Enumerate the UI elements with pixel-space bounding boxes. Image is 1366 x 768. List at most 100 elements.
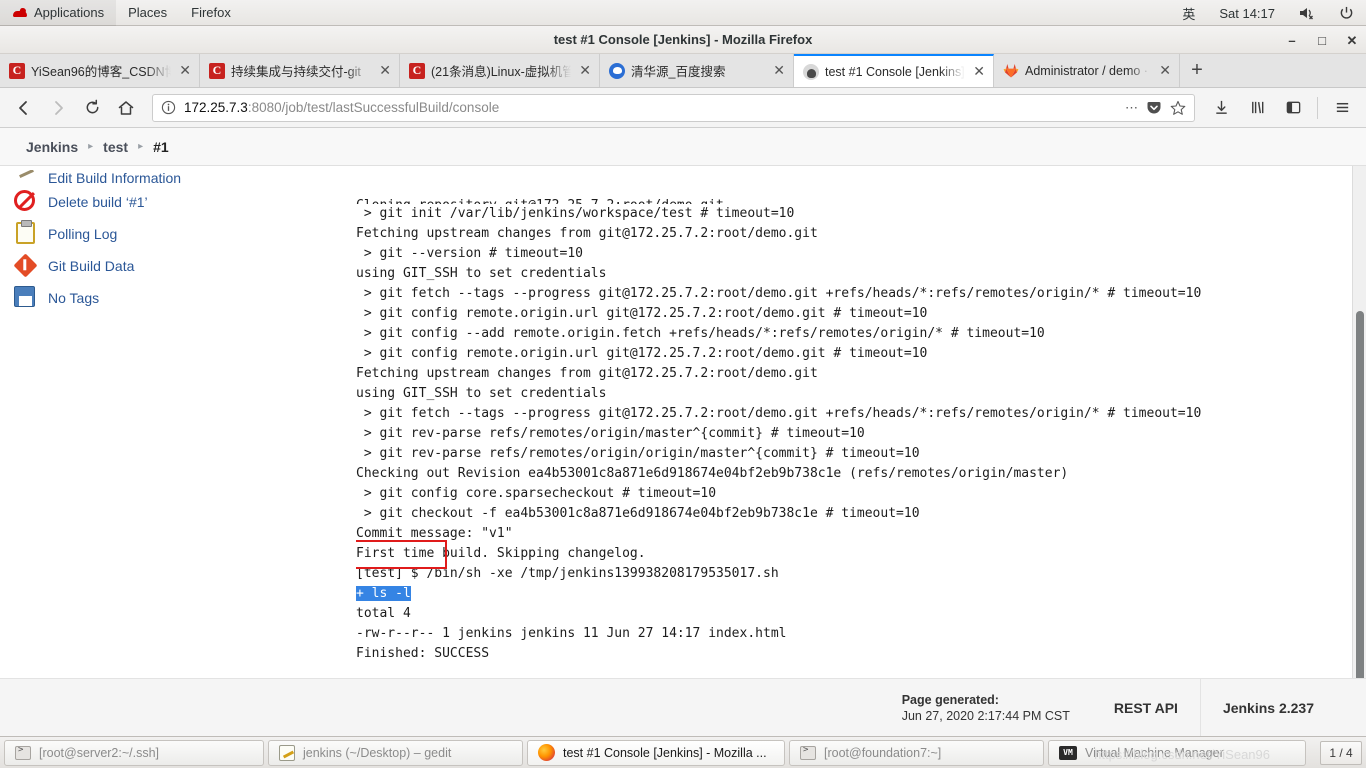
browser-tab-1[interactable]: C YiSean96的博客_CSDN博 ✕: [0, 54, 200, 87]
taskbar-item-2[interactable]: jenkins (~/Desktop) – gedit: [268, 739, 523, 766]
rest-api-label: REST API: [1113, 699, 1178, 716]
applications-menu[interactable]: Applications: [0, 0, 117, 26]
selected-console-text: + ls -l: [356, 586, 411, 601]
csdn-icon: C: [409, 62, 425, 79]
firefox-menu-label: Firefox: [191, 5, 231, 20]
breadcrumb-item-2[interactable]: test: [103, 139, 128, 155]
sidebar-item-label: Delete build ‘#1’: [48, 194, 148, 210]
browser-tab-5[interactable]: test #1 Console [Jenkins] ✕: [794, 54, 994, 87]
tab-close-icon[interactable]: ✕: [177, 62, 193, 79]
git-icon-glyph: [13, 253, 38, 278]
console-line: > git config remote.origin.url git@172.2…: [356, 346, 928, 361]
sidebar-item-git-build-data[interactable]: Git Build Data: [13, 250, 356, 282]
minimize-button[interactable]: –: [1284, 34, 1300, 47]
page-actions-button[interactable]: ⋯: [1125, 100, 1138, 116]
taskbar-item-5[interactable]: VM Virtual Machine Manager: [1048, 739, 1306, 766]
pocket-icon[interactable]: [1146, 100, 1162, 116]
url-host: 172.25.7.3: [184, 100, 248, 115]
speaker-muted-icon[interactable]: [1287, 0, 1327, 26]
sidebar-item-edit-build-information[interactable]: Edit Build Information: [14, 170, 356, 186]
power-glyph: [1340, 6, 1353, 19]
floppy-icon-glyph: [14, 286, 35, 307]
home-button[interactable]: [110, 92, 142, 124]
info-circle-glyph: [161, 100, 176, 115]
sidebar-item-polling-log[interactable]: Polling Log: [14, 218, 356, 250]
forward-button[interactable]: [42, 92, 74, 124]
browser-tab-4[interactable]: 清华源_百度搜索 ✕: [600, 54, 794, 87]
delete-icon-glyph: [14, 190, 35, 211]
toolbar-separator: [1317, 96, 1318, 119]
toolbar-right-group: [1205, 92, 1358, 124]
url-path: :8080/job/test/lastSuccessfulBuild/conso…: [247, 100, 500, 115]
csdn-icon: C: [209, 62, 225, 79]
tab-close-icon[interactable]: ✕: [771, 62, 787, 79]
console-line: Fetching upstream changes from git@172.2…: [356, 226, 818, 241]
sidebar-item-label: No Tags: [48, 290, 100, 306]
input-method-indicator[interactable]: 英: [1170, 0, 1207, 26]
app-menu-button[interactable]: [1326, 92, 1358, 124]
tab-title: YiSean96的博客_CSDN博: [31, 65, 172, 79]
breadcrumb-item-1[interactable]: Jenkins: [26, 139, 78, 155]
vmm-icon: VM: [1059, 745, 1077, 760]
breadcrumb-separator: ▸: [138, 141, 144, 152]
tab-title: 持续集成与持续交付-git: [231, 65, 361, 79]
clock[interactable]: Sat 14:17: [1207, 0, 1287, 26]
firefox-icon: [538, 744, 555, 761]
taskbar-item-3[interactable]: test #1 Console [Jenkins] - Mozilla ...: [527, 739, 785, 766]
bookmark-star-icon[interactable]: [1170, 100, 1186, 116]
console-line: Checking out Revision ea4b53001c8a871e6d…: [356, 466, 1069, 481]
close-button[interactable]: ✕: [1344, 34, 1360, 47]
taskbar-item-label: test #1 Console [Jenkins] - Mozilla ...: [563, 745, 767, 760]
gitlab-fox-glyph: [1003, 64, 1019, 78]
breadcrumb-separator: ▸: [88, 141, 94, 152]
workspace-switcher[interactable]: 1 / 4: [1320, 740, 1362, 765]
taskbar-item-4[interactable]: [root@foundation7:~]: [789, 739, 1044, 766]
sidebar-item-label: Polling Log: [48, 226, 118, 242]
power-icon[interactable]: [1327, 0, 1366, 26]
tab-strip: C YiSean96的博客_CSDN博 ✕ C 持续集成与持续交付-git ✕ C (21条消…: [0, 54, 1366, 88]
window-title: test #1 Console [Jenkins] - Mozilla Fire…: [553, 32, 813, 47]
browser-tab-6[interactable]: Administrator / demo · Git ✕: [994, 54, 1180, 87]
browser-tab-2[interactable]: C 持续集成与持续交付-git ✕: [200, 54, 400, 87]
downloads-button[interactable]: [1205, 92, 1237, 124]
places-menu[interactable]: Places: [116, 0, 179, 26]
reload-button[interactable]: [76, 92, 108, 124]
page-body: Edit Build Information Delete build ‘#1’ P…: [0, 166, 1366, 678]
gitlab-icon: [1003, 63, 1019, 79]
breadcrumb-item-3[interactable]: #1: [153, 139, 169, 155]
console-line: > git config remote.origin.url git@172.2…: [356, 306, 928, 321]
rest-api-link[interactable]: REST API: [1092, 679, 1200, 737]
breadcrumb: Jenkins ▸ test ▸ #1: [0, 128, 1366, 166]
scrollbar-thumb[interactable]: [1356, 311, 1364, 678]
jenkins-page: Jenkins ▸ test ▸ #1 Edit Build Information De…: [0, 128, 1366, 736]
url-bar[interactable]: 172.25.7.3:8080/job/test/lastSuccessfulB…: [152, 93, 1195, 122]
page-generated-block: Page generated: Jun 27, 2020 2:17:44 PM …: [880, 679, 1092, 737]
star-glyph: [1170, 100, 1186, 115]
window-controls: – □ ✕: [1284, 26, 1360, 54]
sidebar-item-delete-build-1[interactable]: Delete build ‘#1’: [14, 186, 356, 218]
console-line: > git --version # timeout=10: [356, 246, 583, 261]
console-line: -rw-r--r-- 1 jenkins jenkins 11 Jun 27 1…: [356, 626, 787, 641]
console-line: + ls -l: [356, 584, 1346, 604]
reload-icon: [86, 99, 98, 114]
library-button[interactable]: [1241, 92, 1273, 124]
page-scrollbar[interactable]: [1352, 166, 1366, 678]
tab-close-icon[interactable]: ✕: [577, 62, 593, 79]
maximize-button[interactable]: □: [1314, 34, 1330, 47]
browser-tab-3[interactable]: C (21条消息)Linux-虚拟机管 ✕: [400, 54, 600, 87]
jenkins-icon: [803, 63, 819, 80]
taskbar-item-1[interactable]: [root@server2:~/.ssh]: [4, 739, 264, 766]
sidebar-item-no-tags[interactable]: No Tags: [14, 282, 356, 314]
site-info-icon[interactable]: [161, 100, 176, 115]
console-line: > git rev-parse refs/remotes/origin/mast…: [356, 426, 865, 441]
gedit-icon: [279, 744, 295, 761]
tab-close-icon[interactable]: ✕: [377, 62, 393, 79]
tab-close-icon[interactable]: ✕: [971, 63, 987, 80]
tab-close-icon[interactable]: ✕: [1157, 62, 1173, 79]
new-tab-button[interactable]: +: [1180, 54, 1214, 87]
back-button[interactable]: [8, 92, 40, 124]
jenkins-version[interactable]: Jenkins 2.237: [1199, 678, 1336, 736]
console-output[interactable]: Cloning repository git@172.25.7.2:root/d…: [356, 166, 1366, 678]
firefox-menu[interactable]: Firefox: [179, 0, 243, 26]
sidebar-button[interactable]: [1277, 92, 1309, 124]
